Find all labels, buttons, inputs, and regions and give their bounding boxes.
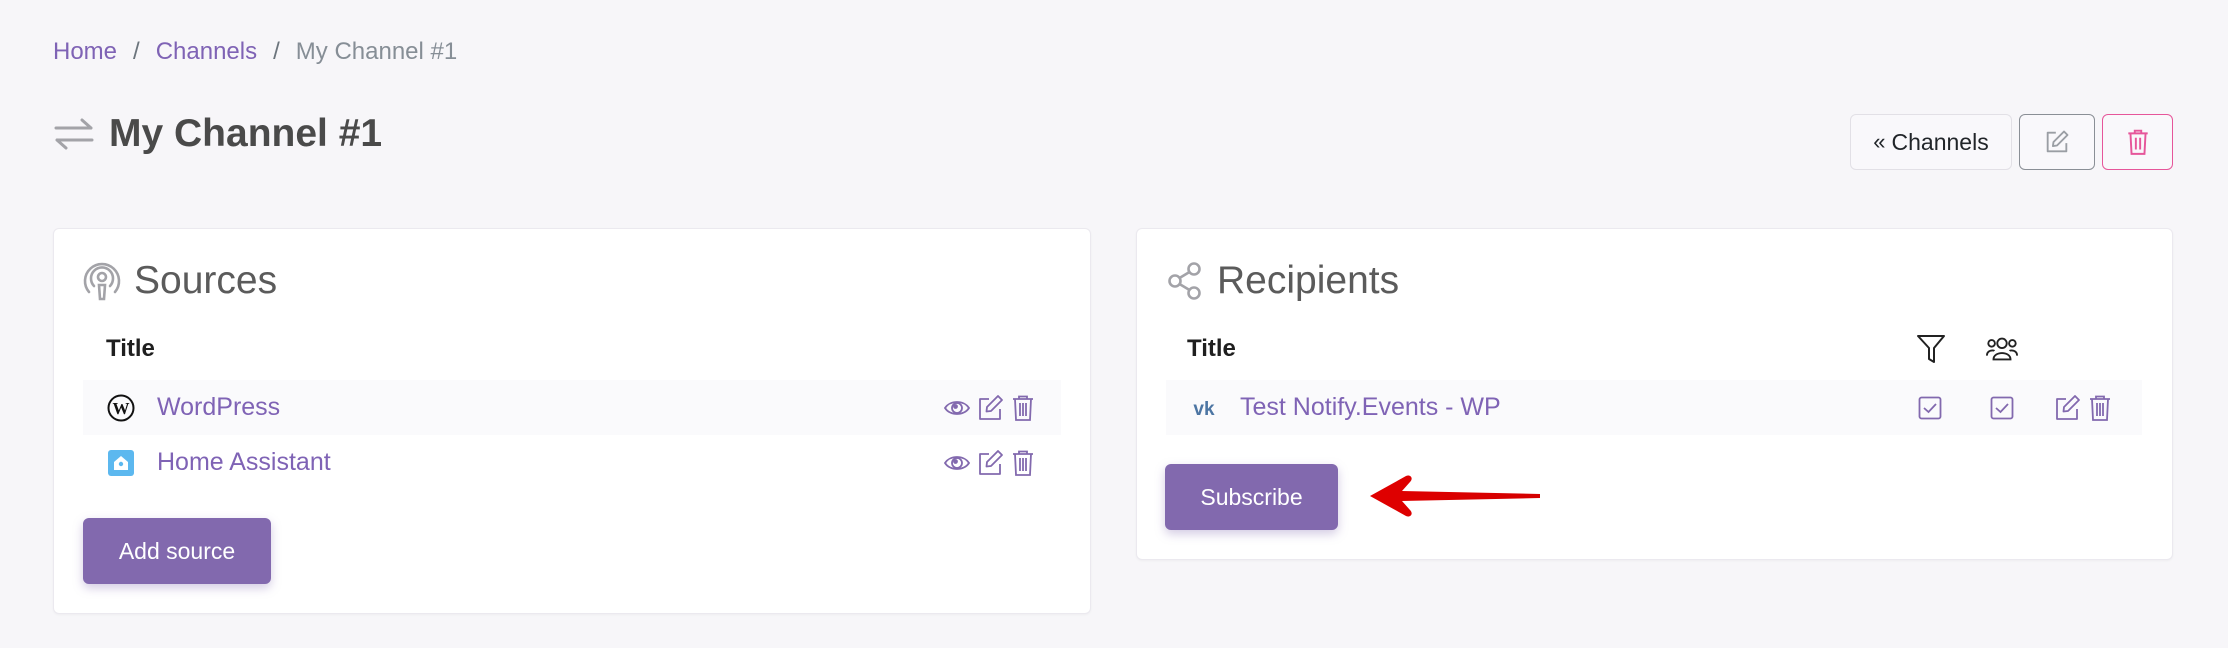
recipients-column-title: Title — [1187, 335, 1236, 362]
sources-title: Sources — [82, 259, 277, 303]
header-actions: « Channels — [1850, 114, 2173, 170]
group-checkbox[interactable] — [1990, 396, 2014, 420]
sources-column-title: Title — [106, 335, 155, 362]
back-to-channels-button[interactable]: « Channels — [1850, 114, 2012, 170]
trash-icon[interactable] — [2086, 394, 2114, 422]
source-name-link[interactable]: Home Assistant — [157, 448, 331, 477]
source-row: W WordPress — [83, 380, 1061, 435]
breadcrumb-separator: / — [273, 38, 280, 65]
trash-icon[interactable] — [1009, 394, 1037, 422]
arrows-exchange-icon — [54, 118, 94, 150]
breadcrumb-channels[interactable]: Channels — [156, 38, 257, 66]
home-assistant-icon — [107, 449, 135, 477]
recipient-row-actions — [2053, 394, 2114, 422]
double-chevron-left-icon: « — [1873, 129, 1886, 154]
edit-icon[interactable] — [976, 394, 1004, 422]
source-name-link[interactable]: WordPress — [157, 393, 280, 422]
users-icon — [1985, 337, 2019, 361]
filter-checkbox[interactable] — [1918, 396, 1942, 420]
wordpress-icon: W — [107, 394, 135, 422]
breadcrumb-current: My Channel #1 — [295, 38, 458, 65]
subscribe-button[interactable]: Subscribe — [1165, 464, 1338, 530]
add-source-button[interactable]: Add source — [83, 518, 271, 584]
vk-icon: vk — [1190, 394, 1218, 422]
annotation-arrow-icon — [1370, 475, 1540, 517]
view-icon[interactable] — [943, 394, 971, 422]
source-row-actions — [943, 449, 1037, 477]
recipient-name-link[interactable]: Test Notify.Events - WP — [1240, 393, 1501, 422]
recipient-row: vk Test Notify.Events - WP — [1166, 380, 2142, 435]
share-icon — [1168, 262, 1201, 300]
filter-icon — [1917, 335, 1945, 363]
svg-text:vk: vk — [1193, 399, 1215, 417]
broadcast-icon — [83, 262, 121, 301]
sources-card: Sources Title W WordPress Home Assistant — [53, 228, 1091, 614]
page-header: My Channel #1 — [53, 112, 382, 156]
delete-channel-button[interactable] — [2102, 114, 2173, 170]
trash-icon — [2127, 129, 2148, 155]
recipients-title: Recipients — [1165, 259, 1399, 303]
page-title: My Channel #1 — [109, 112, 383, 155]
source-row: Home Assistant — [83, 435, 1061, 490]
trash-icon[interactable] — [1009, 449, 1037, 477]
back-button-label: Channels — [1891, 128, 1989, 155]
breadcrumb: Home / Channels / My Channel #1 — [53, 38, 457, 66]
edit-icon[interactable] — [976, 449, 1004, 477]
view-icon[interactable] — [943, 449, 971, 477]
breadcrumb-home[interactable]: Home — [53, 38, 117, 66]
svg-text:W: W — [113, 399, 130, 418]
source-row-actions — [943, 394, 1037, 422]
recipients-card: Recipients Title vk Test Notify.Events -… — [1136, 228, 2173, 560]
edit-channel-button[interactable] — [2019, 114, 2095, 170]
breadcrumb-separator: / — [133, 38, 140, 65]
edit-icon[interactable] — [2053, 394, 2081, 422]
edit-icon — [2046, 130, 2069, 153]
